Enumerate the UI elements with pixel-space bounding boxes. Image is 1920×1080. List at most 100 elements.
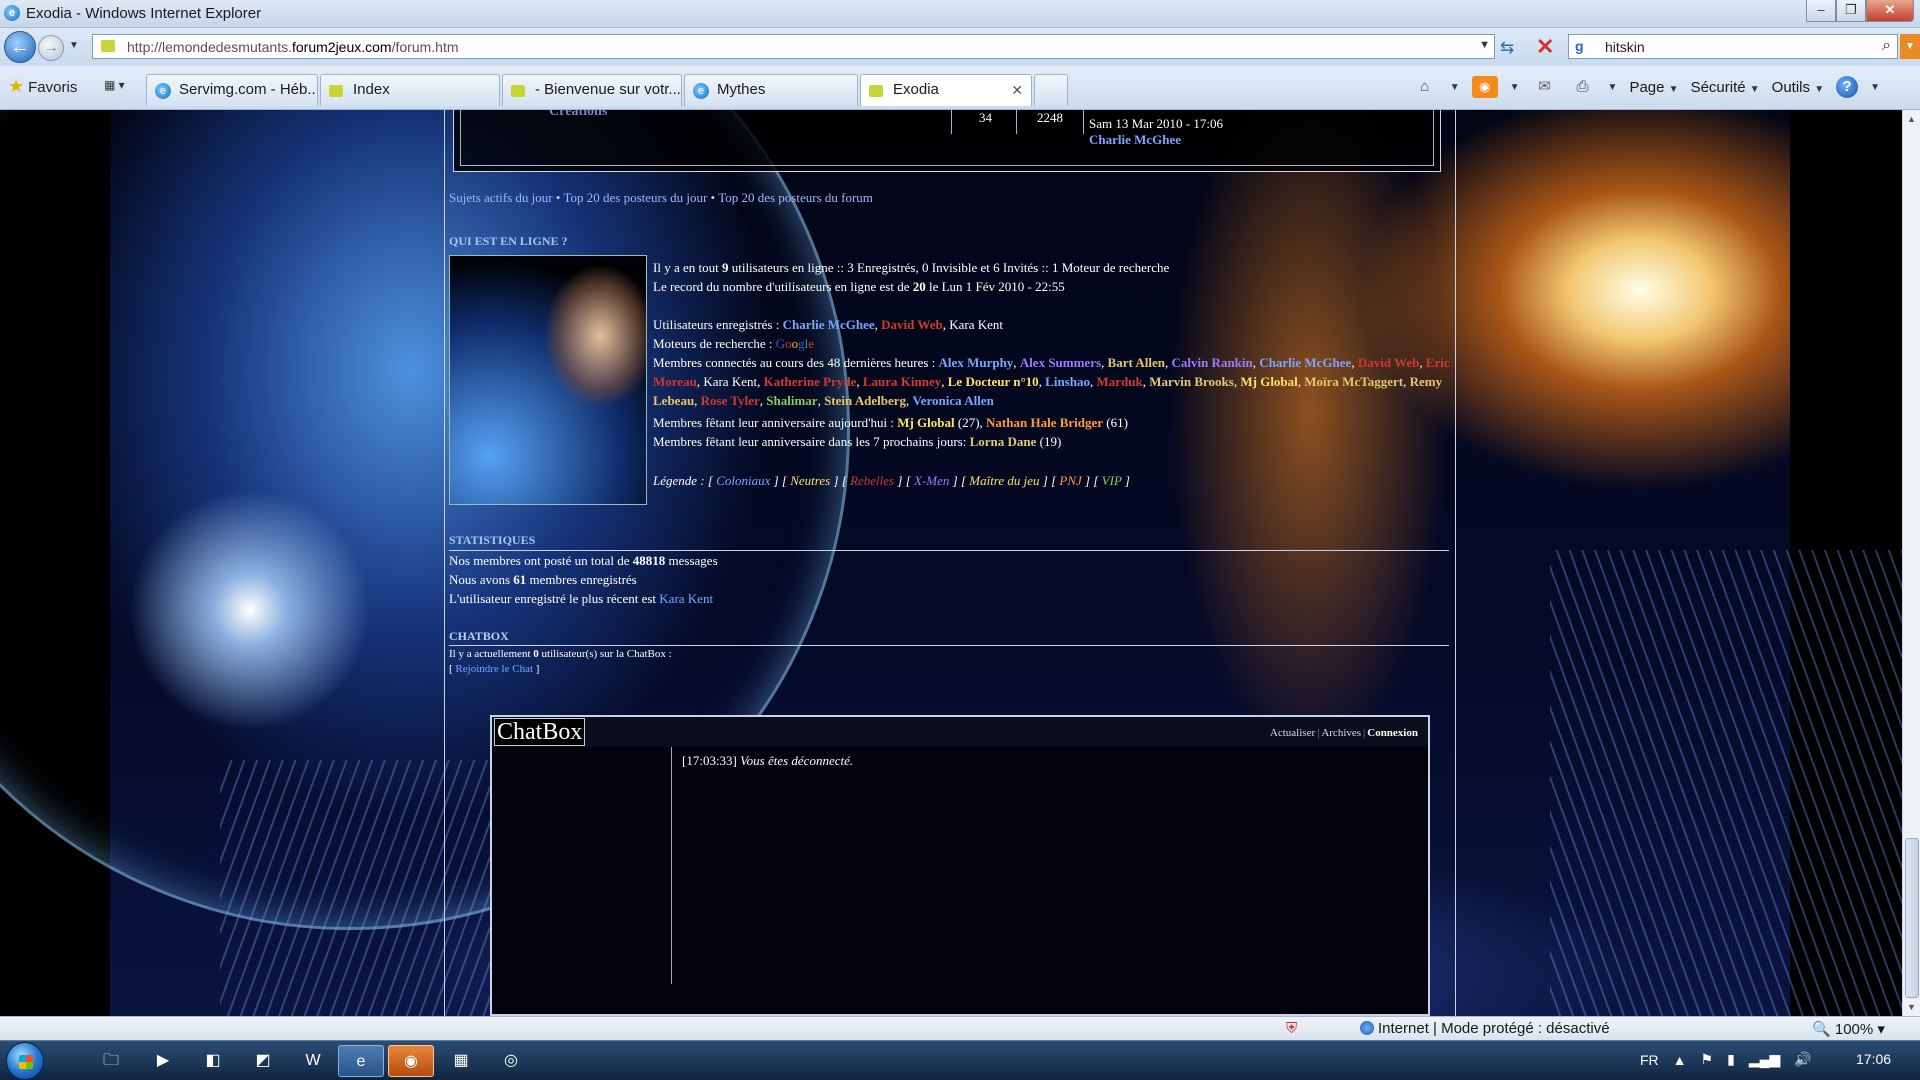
explorer-taskbar-icon[interactable]: 🗀 [88, 1045, 134, 1077]
signal-icon[interactable]: ▂▄▆ [1749, 1051, 1780, 1068]
search-options-dropdown-icon[interactable]: ▼ [1900, 34, 1920, 59]
user-link[interactable]: Kara Kent [703, 374, 757, 389]
user-link[interactable]: Charlie McGhee [783, 317, 875, 332]
user-link[interactable]: Rose Tyler [701, 393, 760, 408]
rss-icon[interactable]: ◉ [1471, 76, 1498, 98]
language-indicator[interactable]: FR [1640, 1052, 1659, 1068]
chatbox-message: [17:03:33] Vous êtes déconnecté. [682, 753, 854, 768]
tab-exodia[interactable]: Exodia ✕ [860, 74, 1032, 106]
tab-bienvenue[interactable]: - Bienvenue sur votr... [502, 74, 682, 106]
ie-taskbar-icon[interactable]: e [338, 1045, 384, 1077]
network-icon[interactable]: ▮ [1727, 1051, 1735, 1068]
column-divider [951, 110, 952, 134]
print-dropdown-icon[interactable]: ▼ [1608, 82, 1618, 93]
minimize-button[interactable]: – [1806, 0, 1836, 22]
join-chat-link[interactable]: Rejoindre le Chat [455, 663, 533, 675]
forum-link[interactable]: Créations [549, 110, 607, 120]
volume-icon[interactable]: 🔊 [1794, 1051, 1811, 1068]
zoom-level[interactable]: 🔍 100% ▾ [1812, 1020, 1885, 1038]
tab-servimg[interactable]: e Servimg.com - Héb... [146, 74, 318, 106]
show-hidden-icons[interactable]: ▲ [1673, 1052, 1687, 1068]
mail-icon[interactable]: ✉ [1532, 76, 1558, 98]
restore-button[interactable]: ❐ [1836, 0, 1866, 22]
user-link[interactable]: Le Docteur n°10 [948, 374, 1039, 389]
help-dropdown-icon[interactable]: ▼ [1870, 82, 1880, 93]
top20-forum-link[interactable]: Top 20 des posteurs du forum [718, 190, 873, 205]
connect-link[interactable]: Connexion [1367, 727, 1418, 739]
scroll-down-icon[interactable]: ▼ [1907, 1002, 1916, 1012]
tab-mythes[interactable]: e Mythes [684, 74, 858, 106]
firefox-taskbar-icon[interactable]: ◉ [388, 1045, 434, 1077]
last-post-author[interactable]: Charlie McGhee [1089, 132, 1181, 148]
address-dropdown-icon[interactable]: ▼ [1479, 39, 1490, 51]
popup-blocker-icon[interactable]: ⛨ [1286, 1020, 1297, 1037]
favorites-button[interactable]: ★ Favoris [8, 76, 77, 97]
scrollbar-thumb[interactable] [1905, 838, 1919, 998]
print-icon[interactable]: ⎙ [1570, 76, 1596, 98]
app2-taskbar-icon[interactable]: ◩ [240, 1045, 286, 1077]
help-icon[interactable]: ? [1836, 76, 1859, 98]
page-menu[interactable]: Page ▼ [1629, 79, 1678, 96]
tools-menu[interactable]: Outils ▼ [1772, 79, 1824, 96]
scroll-up-icon[interactable]: ▲ [1907, 114, 1916, 124]
forward-button[interactable]: → [38, 35, 64, 61]
rss-dropdown-icon[interactable]: ▼ [1510, 82, 1520, 93]
user-link[interactable]: Moïra McTaggert [1304, 374, 1403, 389]
user-link[interactable]: David Web [881, 317, 943, 332]
start-button[interactable] [6, 1042, 44, 1080]
app-taskbar-icon[interactable]: ◧ [190, 1045, 236, 1077]
user-link[interactable]: Kara Kent [949, 317, 1003, 332]
back-button[interactable]: ← [4, 31, 36, 63]
app4-taskbar-icon[interactable]: ◎ [488, 1045, 534, 1077]
search-icon[interactable]: ⌕ [1882, 37, 1891, 55]
refresh-link[interactable]: Actualiser [1270, 727, 1315, 739]
user-link[interactable]: Lorna Dane [970, 434, 1037, 449]
user-link[interactable]: Alex Murphy [939, 355, 1014, 370]
user-link[interactable]: Charlie McGhee [1259, 355, 1351, 370]
app3-taskbar-icon[interactable]: ▦ [438, 1045, 484, 1077]
user-link[interactable]: Nathan Hale Bridger [986, 415, 1103, 430]
word-taskbar-icon[interactable]: W [290, 1045, 336, 1077]
home-dropdown-icon[interactable]: ▼ [1450, 82, 1460, 93]
user-link[interactable]: Marvin Brooks [1149, 374, 1234, 389]
flag-icon[interactable]: ⚑ [1701, 1051, 1714, 1068]
security-zone[interactable]: Internet | Mode protégé : désactivé [1360, 1020, 1610, 1037]
user-link[interactable]: Marduk [1096, 374, 1142, 389]
user-link[interactable]: David Web [1358, 355, 1420, 370]
who-is-online-title[interactable]: QUI EST EN LIGNE ? [449, 234, 567, 249]
user-link[interactable]: Alex Summers [1020, 355, 1101, 370]
user-link[interactable]: Laura Kinney [863, 374, 941, 389]
home-icon[interactable]: ⌂ [1412, 76, 1438, 98]
user-link[interactable]: Shalimar [766, 393, 817, 408]
user-link[interactable]: Bart Allen [1108, 355, 1165, 370]
active-topics-link[interactable]: Sujets actifs du jour [449, 190, 553, 205]
close-tab-icon[interactable]: ✕ [1011, 82, 1023, 99]
refresh-icon[interactable]: ⇆ [1500, 38, 1514, 58]
new-tab-button[interactable] [1034, 74, 1068, 106]
close-window-button[interactable]: ✕ [1866, 0, 1914, 22]
search-input[interactable]: g hitskin ⌕ [1568, 34, 1898, 59]
user-link[interactable]: Katherine Pryde [764, 374, 857, 389]
quick-tabs-icon[interactable]: ▦ ▾ [104, 78, 132, 98]
ie-icon: e [693, 83, 709, 99]
user-link[interactable]: Veronica Allen [913, 393, 994, 408]
newest-user-link[interactable]: Kara Kent [659, 591, 713, 606]
user-link[interactable]: Stein Adelberg [824, 393, 906, 408]
tab-index[interactable]: Index [320, 74, 500, 106]
user-link[interactable]: Mj Global [1240, 374, 1297, 389]
user-link[interactable]: Calvin Rankin [1171, 355, 1252, 370]
clock[interactable]: 17:06 [1856, 1051, 1891, 1067]
legend-item: [ Rebelles ] [841, 473, 906, 488]
stop-icon[interactable]: ✕ [1536, 34, 1554, 60]
address-bar[interactable]: http://lemondedesmutants.forum2jeux.com/… [92, 34, 1495, 59]
vertical-scrollbar[interactable]: ▲ ▼ [1902, 110, 1920, 1016]
url-text: http://lemondedesmutants.forum2jeux.com/… [127, 39, 459, 55]
security-menu[interactable]: Sécurité ▼ [1691, 79, 1760, 96]
user-link[interactable]: Linshao [1045, 374, 1090, 389]
media-player-taskbar-icon[interactable]: ▶ [140, 1045, 186, 1077]
history-dropdown-icon[interactable]: ▼ [69, 40, 79, 51]
online-record: Le record du nombre d'utilisateurs en li… [653, 279, 1065, 294]
archives-link[interactable]: Archives [1321, 727, 1361, 739]
top20-day-link[interactable]: Top 20 des posteurs du jour [563, 190, 707, 205]
user-link[interactable]: Mj Global [897, 415, 954, 430]
